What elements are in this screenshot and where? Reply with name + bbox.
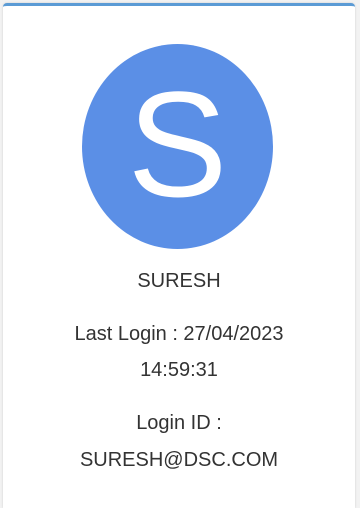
avatar-initial: S	[127, 59, 228, 228]
avatar: S	[82, 44, 273, 249]
last-login-label: Last Login : 27/04/2023	[74, 323, 284, 345]
user-name: SURESH	[137, 270, 221, 292]
last-login-time: 14:59:31	[140, 359, 218, 381]
login-id-label: Login ID :	[136, 412, 222, 434]
login-id-value: SURESH@DSC.COM	[79, 449, 279, 471]
profile-card: S SURESH Last Login : 27/04/2023 14:59:3…	[3, 3, 355, 508]
